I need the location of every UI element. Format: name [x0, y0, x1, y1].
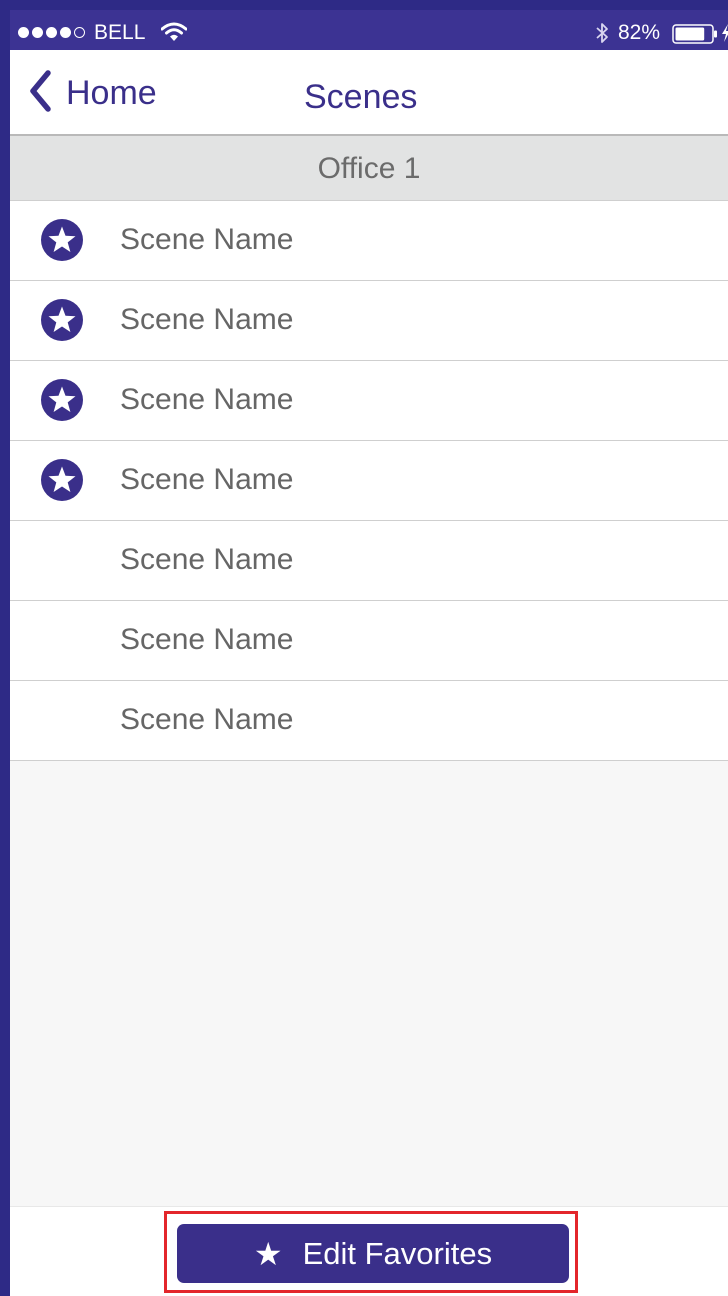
scene-name-label: Scene Name	[120, 543, 294, 576]
favorite-star-icon	[41, 219, 83, 261]
carrier-name: BELL	[94, 21, 146, 44]
left-border	[0, 0, 10, 1296]
wifi-icon	[160, 22, 188, 47]
scene-name-label: Scene Name	[120, 703, 294, 736]
navigation-bar: Home Scenes	[10, 50, 728, 136]
star-icon: ★	[253, 1234, 283, 1273]
scene-list: Scene Name Scene Name Scene Name Scene Name…	[10, 201, 728, 761]
scene-name-label: Scene Name	[120, 223, 294, 256]
back-button[interactable]: Home	[28, 69, 157, 117]
scene-name-label: Scene Name	[120, 383, 294, 416]
scene-row[interactable]: Scene Name	[10, 441, 728, 521]
scene-row[interactable]: Scene Name	[10, 361, 728, 441]
signal-dot	[18, 26, 29, 38]
scene-row[interactable]: Scene Name	[10, 281, 728, 361]
scene-row[interactable]: Scene Name	[10, 601, 728, 681]
signal-dot	[60, 26, 71, 38]
signal-dot	[32, 26, 43, 38]
signal-dot-empty	[74, 26, 85, 38]
section-header: Office 1	[10, 136, 728, 201]
favorite-star-icon	[41, 379, 83, 421]
app-screen: BELL 82% Home Scenes Office 1 Scene Name…	[0, 0, 728, 1296]
page-title: Scenes	[304, 78, 418, 116]
signal-dots-icon	[18, 25, 85, 39]
battery-percentage: 82%	[618, 21, 661, 44]
bluetooth-icon	[595, 21, 609, 50]
status-bar: BELL 82%	[10, 10, 728, 50]
back-label: Home	[66, 74, 157, 112]
edit-favorites-button[interactable]: ★ Edit Favorites	[177, 1224, 569, 1283]
scene-name-label: Scene Name	[120, 623, 294, 656]
scene-row[interactable]: Scene Name	[10, 681, 728, 761]
scene-row[interactable]: Scene Name	[10, 521, 728, 601]
battery-icon	[672, 24, 718, 49]
battery-level-fill	[675, 27, 705, 41]
chevron-left-icon	[28, 69, 52, 117]
charging-bolt-icon	[721, 23, 728, 48]
top-border	[0, 0, 728, 10]
signal-dot	[46, 26, 57, 38]
favorite-star-icon	[41, 299, 83, 341]
favorite-star-icon	[41, 459, 83, 501]
scene-name-label: Scene Name	[120, 463, 294, 496]
section-title: Office 1	[317, 152, 421, 185]
scene-row[interactable]: Scene Name	[10, 201, 728, 281]
scene-name-label: Scene Name	[120, 303, 294, 336]
edit-favorites-label: Edit Favorites	[302, 1235, 493, 1271]
